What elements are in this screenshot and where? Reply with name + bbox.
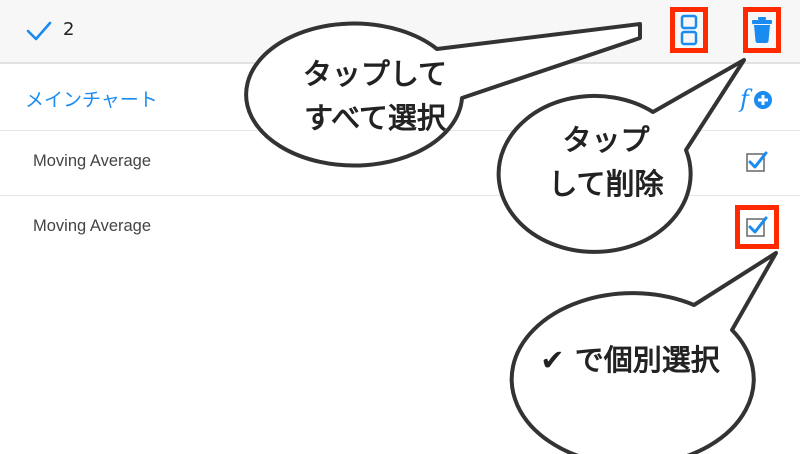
- trash-icon: [752, 17, 772, 43]
- delete-button[interactable]: [743, 7, 781, 53]
- section-title: メインチャート: [25, 89, 158, 111]
- select-all-button[interactable]: [670, 7, 708, 53]
- select-all-grid-icon: [680, 14, 698, 46]
- svg-text:f: f: [738, 85, 753, 113]
- callout-delete-text: タップ して削除: [548, 123, 664, 201]
- indicator-label: Moving Average: [33, 152, 152, 170]
- checkbox[interactable]: [746, 151, 768, 173]
- checkmark-icon[interactable]: [26, 20, 52, 42]
- selected-count: 2: [63, 19, 75, 40]
- callout-select-all-text: タップして すべて選択: [302, 57, 448, 135]
- checkbox[interactable]: [746, 216, 768, 238]
- callout-individual-text: ✔ で個別選択: [540, 343, 720, 377]
- add-function-icon[interactable]: f: [738, 84, 774, 114]
- indicator-label: Moving Average: [33, 217, 152, 235]
